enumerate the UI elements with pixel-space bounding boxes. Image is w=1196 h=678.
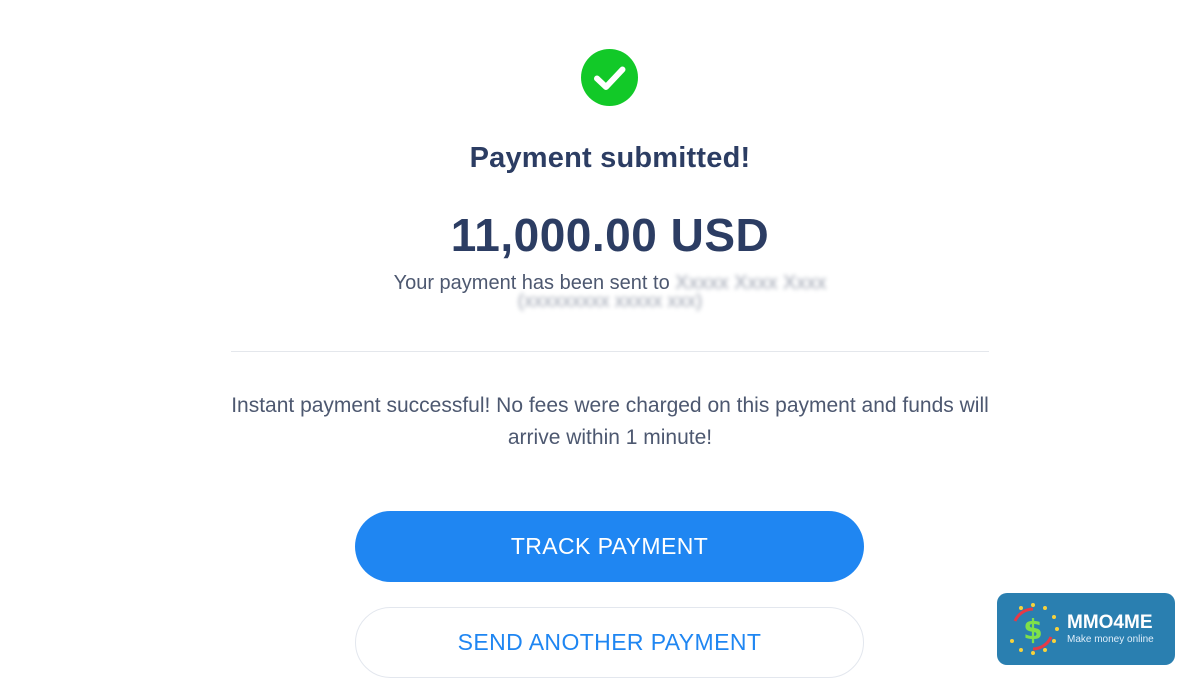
payment-confirmation-page: Payment submitted! 11,000.00 USD Your pa… [0,0,1196,678]
watermark-badge: $ MMO4ME Make money online [997,593,1175,665]
check-circle-icon [581,49,638,106]
svg-text:$: $ [1023,613,1042,646]
dollar-coin-logo-icon: $ [1010,603,1059,655]
divider [231,351,989,352]
watermark-brand: MMO4ME [1067,612,1153,633]
redacted-recipient-details: (xxxxxxxxx xxxxx xxx) [517,291,703,312]
watermark-tagline: Make money online [1067,634,1154,645]
track-payment-button[interactable]: TRACK PAYMENT [355,511,864,582]
page-title: Payment submitted! [469,142,751,174]
instant-payment-message: Instant payment successful! No fees were… [231,394,989,449]
send-another-payment-button[interactable]: SEND ANOTHER PAYMENT [355,607,864,678]
payment-amount: 11,000.00 USD [450,209,770,261]
